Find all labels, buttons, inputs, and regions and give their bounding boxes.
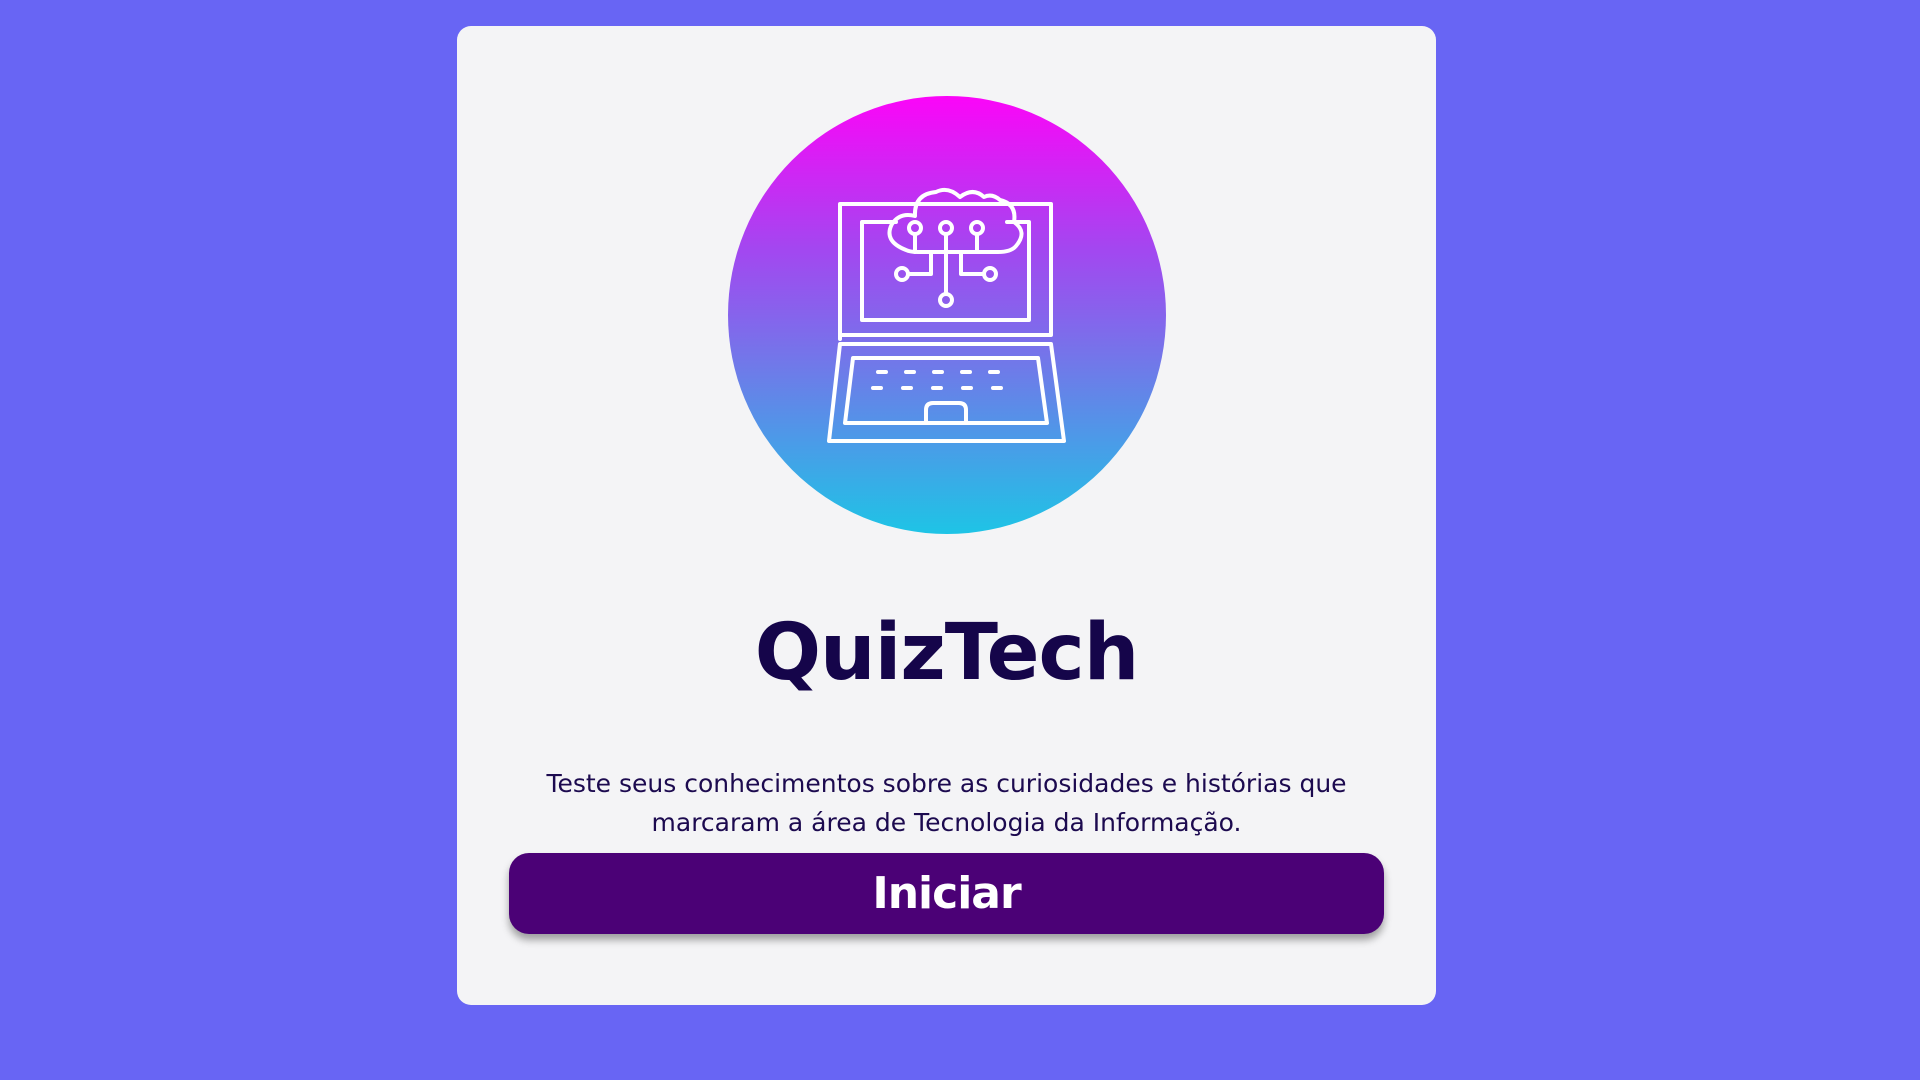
laptop-cloud-circuit-icon xyxy=(827,187,1066,443)
page-title: QuizTech xyxy=(754,608,1140,698)
hero-circle xyxy=(728,96,1166,534)
quiz-description: Teste seus conhecimentos sobre as curios… xyxy=(546,769,1347,837)
quiz-start-card: QuizTech Teste seus conhecimentos sobre … xyxy=(457,26,1436,1005)
start-button[interactable]: Iniciar xyxy=(509,853,1384,934)
